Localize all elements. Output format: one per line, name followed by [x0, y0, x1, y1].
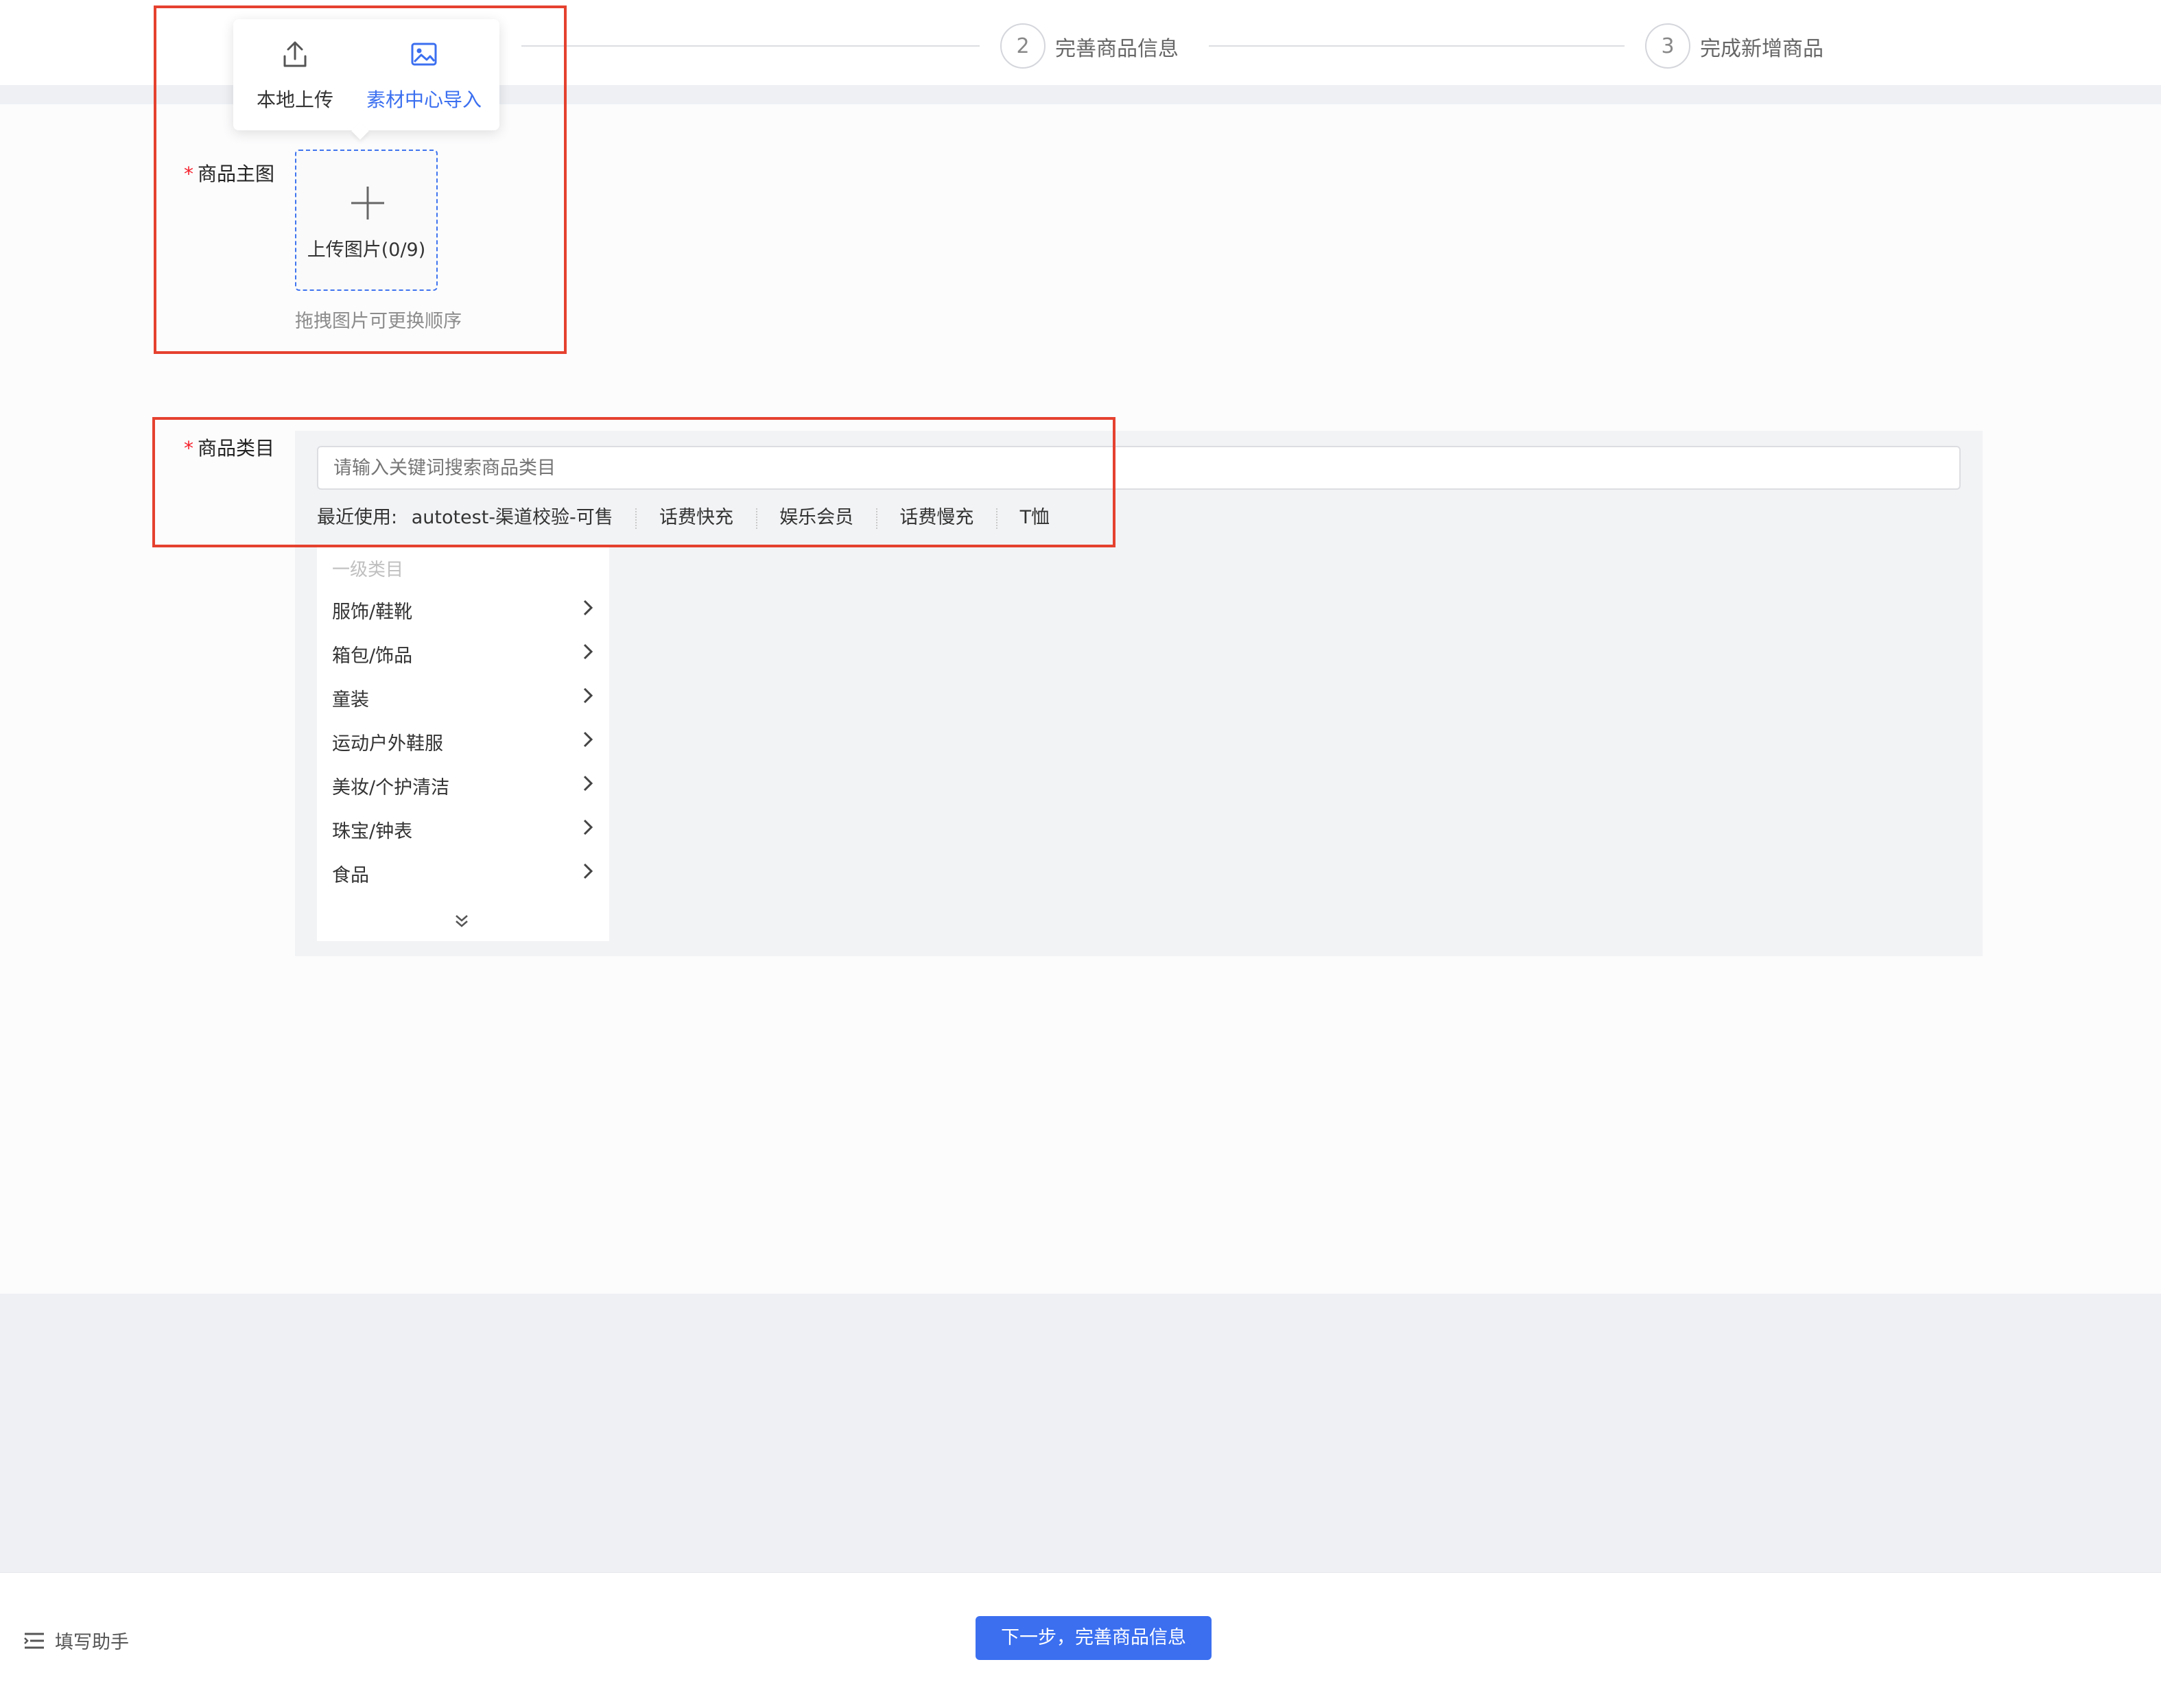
step-3-label: 完成新增商品 — [1700, 37, 1823, 61]
step-3-number: 3 — [1645, 23, 1690, 69]
empty-area — [0, 1294, 2161, 1572]
category-item[interactable]: 箱包/饰品 — [317, 630, 609, 674]
annotation-box-category — [152, 417, 1115, 547]
annotation-box-main-image — [154, 5, 567, 354]
step-connector — [1209, 45, 1625, 47]
chevron-right-icon — [583, 863, 593, 879]
chevron-right-icon — [583, 643, 593, 660]
fill-helper[interactable]: 填写助手 — [23, 1627, 129, 1654]
first-level-category-list: 一级类目 服饰/鞋靴 箱包/饰品 童装 运动户外鞋服 美妆/个护清洁 珠宝/钟表… — [317, 547, 609, 941]
step-2-label: 完善商品信息 — [1055, 37, 1179, 61]
category-item[interactable]: 服饰/鞋靴 — [317, 586, 609, 630]
next-step-button[interactable]: 下一步，完善商品信息 — [976, 1616, 1212, 1660]
category-item[interactable]: 珠宝/钟表 — [317, 805, 609, 849]
chevron-right-icon — [583, 600, 593, 616]
step-connector — [521, 45, 980, 47]
step-2-number: 2 — [1000, 23, 1046, 69]
double-chevron-down-icon[interactable] — [451, 911, 472, 932]
chevron-right-icon — [583, 775, 593, 792]
chevron-right-icon — [583, 731, 593, 748]
chevron-right-icon — [583, 819, 593, 835]
category-item[interactable]: 美妆/个护清洁 — [317, 761, 609, 805]
fill-helper-label: 填写助手 — [55, 1632, 129, 1653]
category-item[interactable]: 食品 — [317, 849, 609, 893]
category-level-header: 一级类目 — [332, 560, 404, 580]
chevron-right-icon — [583, 687, 593, 704]
category-item[interactable]: 童装 — [317, 674, 609, 717]
menu-icon — [24, 1633, 44, 1648]
category-item[interactable]: 运动户外鞋服 — [317, 717, 609, 761]
